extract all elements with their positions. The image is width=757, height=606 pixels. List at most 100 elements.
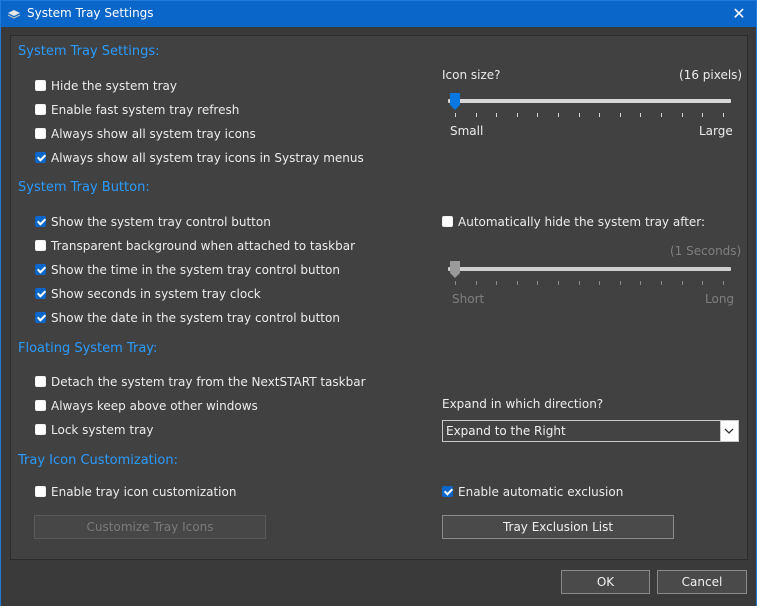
- settings-app-icon: [7, 10, 21, 19]
- checkbox-label: Always keep above other windows: [51, 399, 258, 413]
- show-time-checkbox[interactable]: Show the time in the system tray control…: [35, 262, 340, 278]
- slider-tick: [537, 281, 539, 285]
- slider-tick: [640, 113, 642, 117]
- hide-delay-slider-track[interactable]: [448, 267, 731, 271]
- hide-delay-min-label: Short: [452, 292, 485, 306]
- tray-exclusion-list-button[interactable]: Tray Exclusion List: [442, 515, 674, 539]
- icon-size-value: (16 pixels): [679, 68, 743, 82]
- checkbox-icon: [35, 240, 46, 251]
- show-seconds-checkbox[interactable]: Show seconds in system tray clock: [35, 286, 261, 302]
- checkbox-label: Show seconds in system tray clock: [51, 287, 261, 301]
- cancel-button[interactable]: Cancel: [657, 570, 747, 594]
- show-all-icons-checkbox[interactable]: Always show all system tray icons: [35, 126, 256, 142]
- checkbox-label: Automatically hide the system tray after…: [458, 215, 706, 229]
- slider-tick: [702, 281, 704, 285]
- settings-window: System Tray Settings ✕ System Tray Setti…: [0, 0, 757, 606]
- checkbox-icon: [442, 486, 453, 497]
- slider-tick: [496, 281, 498, 285]
- slider-tick: [558, 281, 559, 285]
- hide-delay-slider-thumb[interactable]: [450, 261, 460, 278]
- checkbox-label: Transparent background when attached to …: [51, 239, 356, 253]
- show-date-checkbox[interactable]: Show the date in the system tray control…: [35, 310, 340, 326]
- ok-button[interactable]: OK: [561, 570, 650, 594]
- slider-tick: [455, 281, 456, 285]
- fast-refresh-checkbox[interactable]: Enable fast system tray refresh: [35, 102, 239, 118]
- slider-tick: [619, 281, 621, 285]
- window-title: System Tray Settings: [27, 6, 154, 20]
- slider-tick: [619, 113, 621, 117]
- lock-tray-checkbox[interactable]: Lock system tray: [35, 422, 153, 438]
- section-title-tray: System Tray Settings:: [18, 44, 160, 59]
- slider-tick: [722, 113, 724, 117]
- expand-direction-value: Expand to the Right: [446, 424, 566, 438]
- slider-tick: [661, 281, 662, 285]
- show-all-icons-menus-checkbox[interactable]: Always show all system tray icons in Sys…: [35, 150, 364, 166]
- slider-tick: [475, 281, 477, 285]
- transparent-background-checkbox[interactable]: Transparent background when attached to …: [35, 238, 355, 254]
- slider-tick: [537, 113, 539, 117]
- slider-tick: [578, 113, 580, 117]
- checkbox-label: Lock system tray: [51, 423, 154, 437]
- customize-tray-icons-button[interactable]: Customize Tray Icons: [34, 515, 266, 539]
- expand-direction-label: Expand in which direction?: [442, 397, 604, 411]
- hide-delay-max-label: Long: [705, 292, 735, 306]
- checkbox-icon: [35, 152, 46, 163]
- checkbox-icon: [35, 486, 46, 497]
- slider-tick: [578, 281, 580, 285]
- section-title-button: System Tray Button:: [18, 180, 150, 195]
- auto-exclusion-checkbox[interactable]: Enable automatic exclusion: [442, 484, 623, 500]
- section-title-floating: Floating System Tray:: [18, 341, 158, 356]
- checkbox-label: Enable automatic exclusion: [458, 485, 624, 499]
- checkbox-label: Enable fast system tray refresh: [51, 103, 240, 117]
- checkbox-label: Always show all system tray icons: [51, 127, 256, 141]
- icon-size-max-label: Large: [699, 124, 733, 138]
- slider-tick: [516, 281, 518, 285]
- checkbox-label: Show the date in the system tray control…: [51, 311, 340, 325]
- slider-tick: [475, 113, 477, 117]
- checkbox-label: Detach the system tray from the NextSTAR…: [51, 375, 366, 389]
- checkbox-icon: [35, 216, 46, 227]
- checkbox-icon: [442, 216, 453, 227]
- show-control-button-checkbox[interactable]: Show the system tray control button: [35, 214, 271, 230]
- close-icon[interactable]: ✕: [722, 1, 756, 27]
- checkbox-icon: [35, 128, 46, 139]
- checkbox-label: Show the system tray control button: [51, 215, 271, 229]
- slider-tick: [681, 281, 683, 285]
- chevron-down-icon[interactable]: [720, 421, 738, 441]
- slider-tick: [496, 113, 498, 117]
- slider-tick: [681, 113, 683, 117]
- icon-size-slider-thumb[interactable]: [450, 93, 460, 110]
- checkbox-icon: [35, 312, 46, 323]
- checkbox-icon: [35, 424, 46, 435]
- checkbox-icon: [35, 264, 46, 275]
- detach-tray-checkbox[interactable]: Detach the system tray from the NextSTAR…: [35, 374, 366, 390]
- keep-above-checkbox[interactable]: Always keep above other windows: [35, 398, 258, 414]
- icon-size-min-label: Small: [450, 124, 484, 138]
- slider-tick: [516, 113, 518, 117]
- slider-tick: [640, 281, 642, 285]
- icon-size-slider-track[interactable]: [448, 99, 731, 103]
- enable-customization-checkbox[interactable]: Enable tray icon customization: [35, 484, 236, 500]
- checkbox-label: Always show all system tray icons in Sys…: [51, 151, 364, 165]
- checkbox-label: Hide the system tray: [51, 79, 177, 93]
- slider-tick: [599, 281, 601, 285]
- expand-direction-dropdown[interactable]: Expand to the Right: [442, 420, 739, 442]
- checkbox-icon: [35, 104, 46, 115]
- checkbox-label: Enable tray icon customization: [51, 485, 237, 499]
- slider-tick: [558, 113, 559, 117]
- auto-hide-checkbox[interactable]: Automatically hide the system tray after…: [442, 214, 705, 230]
- title-bar: System Tray Settings ✕: [1, 1, 756, 27]
- slider-tick: [722, 281, 724, 285]
- checkbox-icon: [35, 400, 46, 411]
- section-title-customization: Tray Icon Customization:: [18, 453, 178, 468]
- slider-tick: [455, 113, 456, 117]
- checkbox-label: Show the time in the system tray control…: [51, 263, 340, 277]
- slider-tick: [702, 113, 704, 117]
- slider-tick: [599, 113, 601, 117]
- dialog-footer: OK Cancel: [1, 560, 756, 606]
- hide-tray-checkbox[interactable]: Hide the system tray: [35, 78, 177, 94]
- slider-tick: [661, 113, 662, 117]
- icon-size-label: Icon size?: [442, 68, 501, 82]
- checkbox-icon: [35, 376, 46, 387]
- checkbox-icon: [35, 80, 46, 91]
